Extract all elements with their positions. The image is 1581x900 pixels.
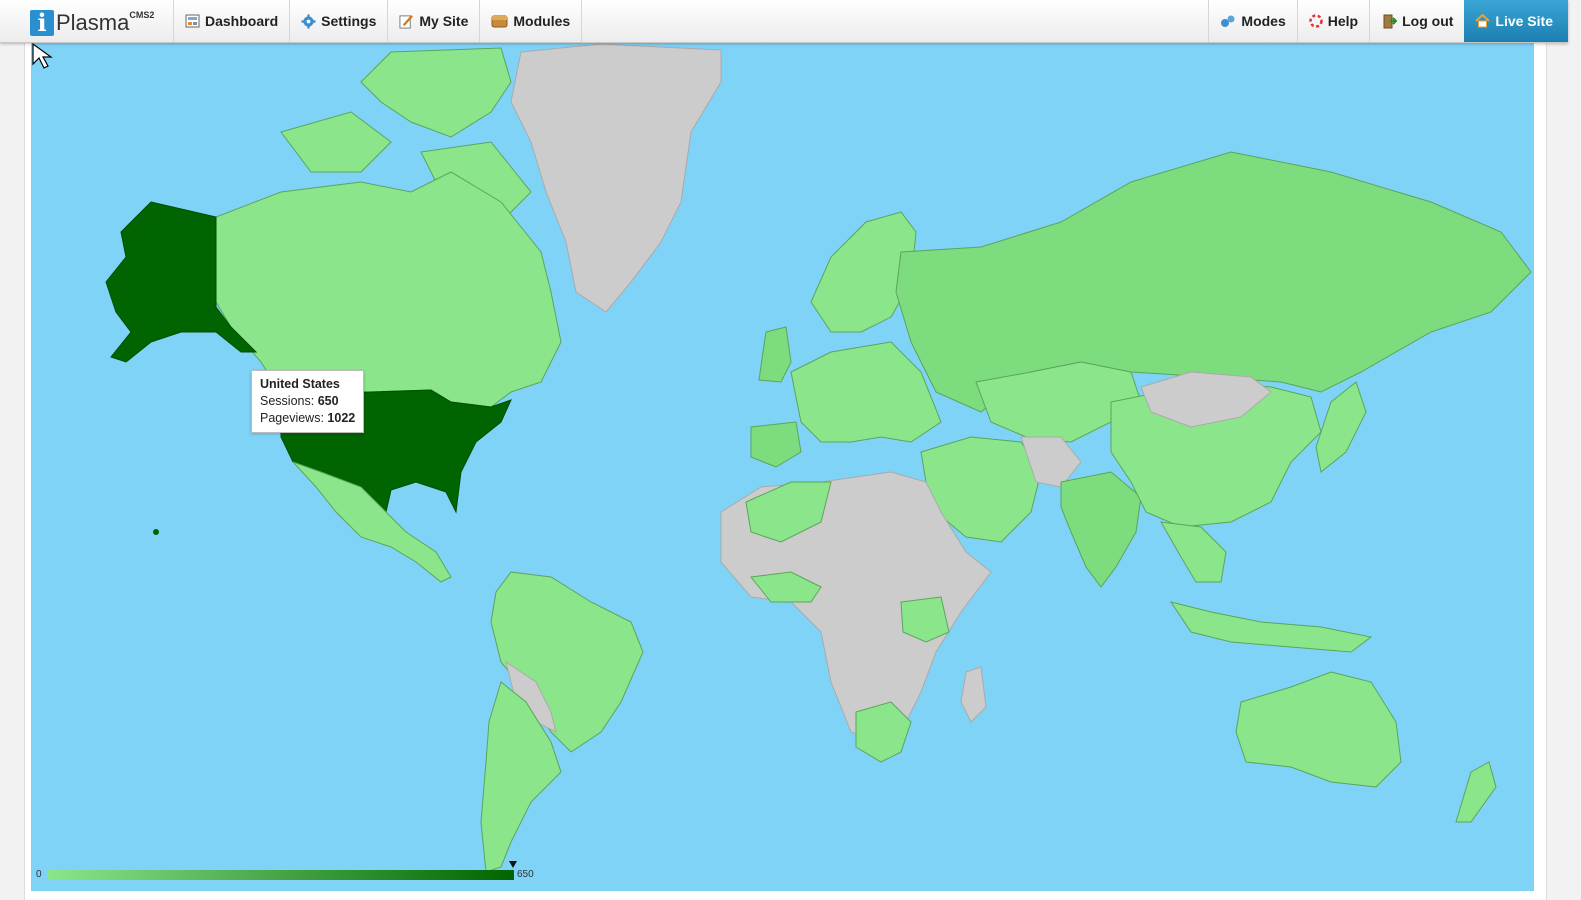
country-australia [1235, 671, 1402, 788]
legend-max-label: 650 [517, 869, 534, 880]
plasma-cms-logo[interactable]: i Plasma CMS2 [30, 6, 154, 36]
nav-log-out-label: Log out [1402, 13, 1454, 29]
modes-icon [1220, 14, 1236, 28]
nav-log-out[interactable]: Log out [1369, 0, 1464, 42]
country-russia [895, 151, 1532, 413]
country-madagascar [960, 666, 987, 723]
nav-settings-label: Settings [321, 13, 377, 29]
modules-icon [491, 14, 508, 28]
account-nav: Modes Help Log out Live Site [1208, 0, 1568, 42]
legend-pointer-icon [509, 861, 517, 868]
home-icon [1475, 14, 1491, 28]
main-nav: Dashboard Settings My Site Modules [173, 0, 583, 42]
country-tooltip: United States Sessions: 650 Pageviews: 1… [251, 370, 365, 433]
tooltip-country: United States [260, 377, 340, 391]
legend-min-label: 0 [36, 869, 42, 880]
country-hawaii [153, 529, 159, 535]
help-icon [1309, 14, 1323, 28]
dashboard-icon [185, 14, 200, 28]
nav-modules[interactable]: Modules [479, 0, 583, 42]
logout-icon [1381, 13, 1398, 29]
logo-i-icon: i [30, 10, 54, 36]
tooltip-sessions-label: Sessions: [260, 394, 315, 408]
world-map-visitors[interactable]: United States Sessions: 650 Pageviews: 1… [31, 42, 1534, 891]
nav-settings[interactable]: Settings [289, 0, 387, 42]
country-iberia [750, 421, 802, 468]
mouse-cursor-icon [32, 42, 53, 69]
nav-modules-label: Modules [513, 13, 571, 29]
country-southeast-asia [1160, 521, 1227, 583]
country-japan [1315, 381, 1367, 473]
country-new-zealand [1455, 761, 1497, 823]
edit-icon [399, 14, 414, 29]
nav-help[interactable]: Help [1296, 0, 1369, 42]
nav-help-label: Help [1327, 13, 1359, 29]
nav-my-site[interactable]: My Site [387, 0, 479, 42]
nav-modes-label: Modes [1241, 13, 1286, 29]
tooltip-sessions-value: 650 [317, 394, 339, 408]
nav-dashboard[interactable]: Dashboard [173, 0, 289, 42]
country-uk [758, 326, 792, 383]
logo-suffix: CMS2 [129, 10, 155, 20]
country-indonesia [1169, 601, 1373, 653]
gear-icon [301, 13, 316, 29]
world-map-svg [105, 43, 1532, 873]
logo-name: Plasma [56, 10, 130, 35]
nav-live-site-label: Live Site [1495, 13, 1553, 29]
tooltip-pageviews-label: Pageviews: [260, 411, 324, 425]
nav-live-site[interactable]: Live Site [1464, 0, 1568, 42]
legend-color-scale [48, 870, 514, 880]
nav-my-site-label: My Site [419, 13, 469, 29]
nav-modes[interactable]: Modes [1208, 0, 1296, 42]
nav-dashboard-label: Dashboard [205, 13, 279, 29]
tooltip-pageviews-value: 1022 [327, 411, 356, 425]
top-navigation-bar: i Plasma CMS2 Dashboard Settings My Site [0, 0, 1568, 43]
country-india [1060, 471, 1142, 588]
